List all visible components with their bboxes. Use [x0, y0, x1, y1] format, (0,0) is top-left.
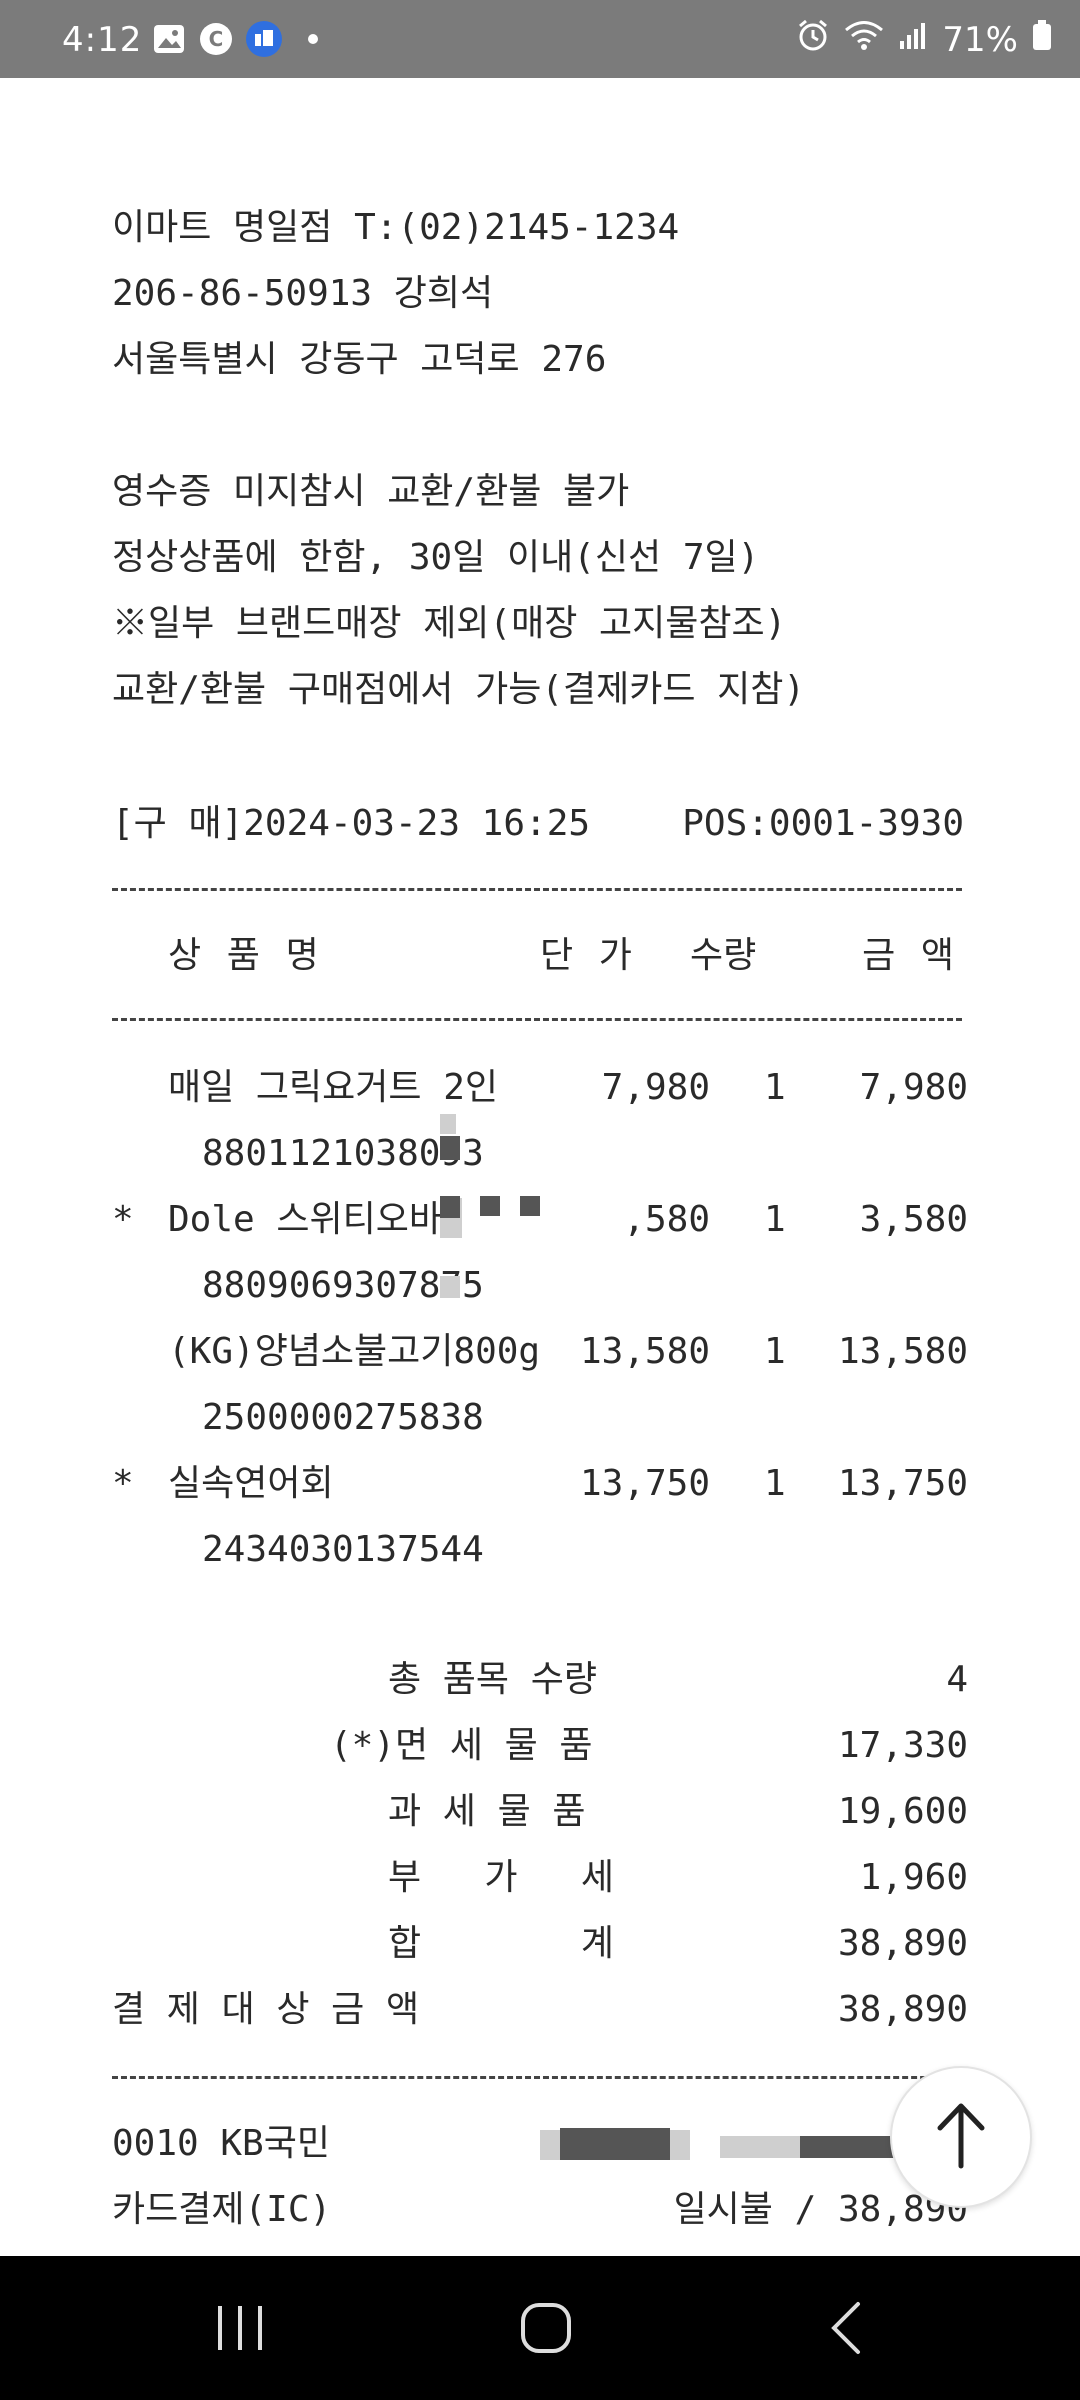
item-mark: *: [112, 1463, 134, 1504]
recent-apps-button[interactable]: [214, 2302, 266, 2358]
status-bar: 4:12 C 71%: [0, 0, 1080, 78]
payment-method: 카드결제(IC): [112, 2189, 332, 2230]
store-name-phone: 이마트 명일점 T:(02)2145-1234: [112, 207, 680, 248]
vat-value: 1,960: [859, 1857, 968, 1898]
sum-value: 38,890: [837, 1923, 968, 1964]
policy-line-2: 정상상품에 한함, 30일 이내(신선 7일): [112, 537, 760, 578]
svg-text:C: C: [209, 27, 224, 51]
status-time: 4:12: [62, 20, 143, 60]
installment-amount: 일시불 / 38,890: [673, 2189, 968, 2230]
item-name: 매일 그릭요거트 2인: [168, 1067, 498, 1108]
business-number: 206-86-50913 강희석: [112, 273, 494, 314]
redaction-mark: [440, 1196, 460, 1218]
item-qty: 1: [764, 1067, 786, 1108]
redaction-mark: [440, 1276, 460, 1298]
redaction-mark: [440, 1114, 456, 1134]
pos-number: POS:0001-3930: [682, 803, 964, 844]
divider: [112, 2076, 962, 2079]
item-name: (KG)양념소불고기800g: [168, 1331, 541, 1372]
item-price: 13,580: [579, 1331, 710, 1372]
home-button[interactable]: [518, 2300, 574, 2360]
payment-target-value: 38,890: [837, 1989, 968, 2030]
redaction-mark: [480, 1196, 500, 1216]
tax-free-label: (*)면 세 물 품: [330, 1725, 593, 1766]
vat-label-text: 부 가 세: [388, 1857, 614, 1898]
item-amount: 13,580: [837, 1331, 968, 1372]
scroll-to-top-button[interactable]: [890, 2066, 1032, 2208]
item-amount: 13,750: [837, 1463, 968, 1504]
redaction-mark: [520, 1196, 540, 1216]
header-quantity: 수량: [690, 935, 757, 976]
redacted-card-number: [560, 2128, 670, 2160]
policy-line-1: 영수증 미지참시 교환/환불 불가: [112, 471, 630, 512]
card-issuer: 0010 KB국민: [112, 2123, 330, 2164]
item-amount: 7,980: [859, 1067, 968, 1108]
item-price: ,580: [623, 1199, 710, 1240]
taxable-label: 과 세 물 품: [388, 1791, 586, 1832]
arrow-up-icon: [934, 2100, 988, 2174]
app-notification-icon: [244, 21, 284, 57]
total-items-value: 4: [946, 1659, 968, 1700]
item-name: Dole 스위티오바: [168, 1199, 442, 1240]
payment-target-label: 결 제 대 상 금 액: [112, 1989, 420, 2030]
header-amount: 금 액: [862, 935, 956, 976]
c-app-icon: C: [198, 22, 234, 56]
wifi-icon: [844, 19, 884, 60]
sum-label-text: 합 계: [388, 1923, 614, 1964]
item-amount: 3,580: [859, 1199, 968, 1240]
taxable-value: 19,600: [837, 1791, 968, 1832]
receipt: 이마트 명일점 T:(02)2145-1234 206-86-50913 강희석…: [0, 78, 1080, 2256]
item-qty: 1: [764, 1463, 786, 1504]
redaction-mark: [440, 1136, 460, 1160]
header-unit-price: 단 가: [540, 935, 634, 976]
navigation-bar: [0, 2256, 1080, 2400]
item-barcode: 2500000275838: [202, 1397, 484, 1438]
battery-icon: [1032, 19, 1052, 60]
store-address: 서울특별시 강동구 고덕로 276: [112, 339, 607, 380]
policy-line-4: 교환/환불 구매점에서 가능(결제카드 지참): [112, 669, 806, 710]
total-items-label: 총 품목 수량: [388, 1659, 597, 1700]
header-product-name: 상 품 명: [168, 935, 321, 976]
back-button[interactable]: [826, 2300, 866, 2360]
item-qty: 1: [764, 1331, 786, 1372]
sum-label: 합 계: [388, 1922, 614, 1966]
purchase-datetime: [구 매]2024-03-23 16:25: [112, 803, 591, 844]
item-qty: 1: [764, 1199, 786, 1240]
vat-label: 부 가 세: [388, 1856, 614, 1900]
divider: [112, 888, 962, 891]
tax-free-value: 17,330: [837, 1725, 968, 1766]
signal-icon: [898, 20, 928, 60]
item-price: 13,750: [579, 1463, 710, 1504]
item-price: 7,980: [601, 1067, 710, 1108]
battery-percent: 71%: [942, 19, 1018, 60]
alarm-icon: [796, 18, 830, 61]
gallery-icon: [152, 22, 186, 56]
policy-line-3: ※일부 브랜드매장 제외(매장 고지물참조): [112, 603, 787, 644]
item-mark: *: [112, 1199, 134, 1240]
item-name: 실속연어회: [168, 1463, 334, 1504]
more-notifications-dot-icon: [306, 22, 320, 56]
redacted-card-number: [800, 2136, 900, 2158]
item-barcode: 2434030137544: [202, 1529, 484, 1570]
divider: [112, 1018, 962, 1021]
